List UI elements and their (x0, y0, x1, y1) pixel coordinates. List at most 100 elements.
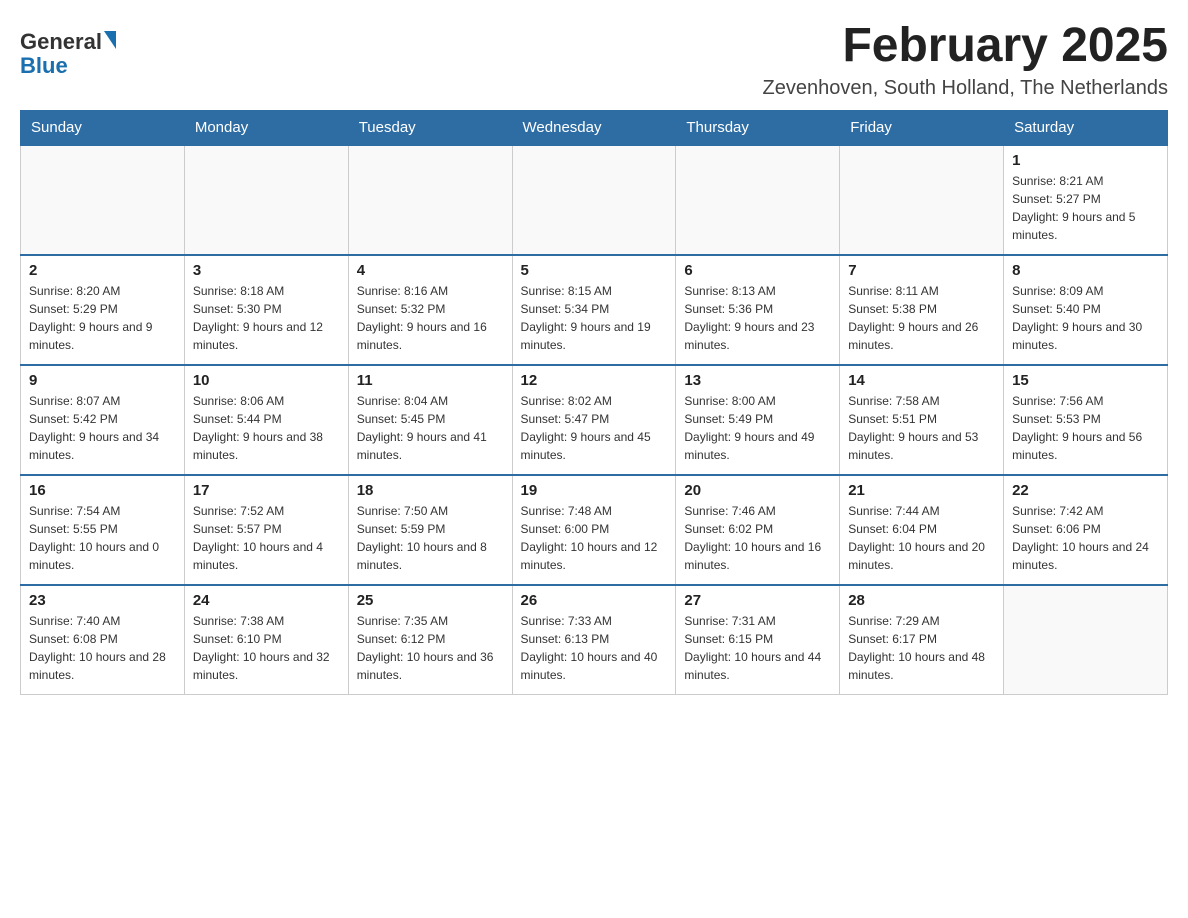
day-info: Sunrise: 7:31 AM Sunset: 6:15 PM Dayligh… (684, 612, 831, 684)
day-number: 21 (848, 482, 995, 499)
day-info: Sunrise: 8:11 AM Sunset: 5:38 PM Dayligh… (848, 282, 995, 354)
table-row: 20Sunrise: 7:46 AM Sunset: 6:02 PM Dayli… (676, 475, 840, 585)
day-info: Sunrise: 8:00 AM Sunset: 5:49 PM Dayligh… (684, 392, 831, 464)
col-header-sunday: Sunday (21, 110, 185, 145)
day-info: Sunrise: 7:52 AM Sunset: 5:57 PM Dayligh… (193, 502, 340, 574)
day-info: Sunrise: 7:54 AM Sunset: 5:55 PM Dayligh… (29, 502, 176, 574)
day-number: 27 (684, 592, 831, 609)
day-number: 10 (193, 372, 340, 389)
table-row: 2 Sunrise: 8:20 AM Sunset: 5:29 PM Daylig… (21, 255, 185, 365)
day-number: 19 (521, 482, 668, 499)
col-header-wednesday: Wednesday (512, 110, 676, 145)
table-row: 24Sunrise: 7:38 AM Sunset: 6:10 PM Dayli… (184, 585, 348, 695)
day-number: 18 (357, 482, 504, 499)
day-info: Sunrise: 7:44 AM Sunset: 6:04 PM Dayligh… (848, 502, 995, 574)
day-number: 13 (684, 372, 831, 389)
table-row: 8Sunrise: 8:09 AM Sunset: 5:40 PM Daylig… (1004, 255, 1168, 365)
calendar-table: Sunday Monday Tuesday Wednesday Thursday… (20, 110, 1168, 696)
col-header-monday: Monday (184, 110, 348, 145)
day-number: 17 (193, 482, 340, 499)
table-row: 13 Sunrise: 8:00 AM Sunset: 5:49 PM Dayli… (676, 365, 840, 475)
table-row: 10 Sunrise: 8:06 AM Sunset: 5:44 PM Dayli… (184, 365, 348, 475)
col-header-thursday: Thursday (676, 110, 840, 145)
table-row: 5 Sunrise: 8:15 AM Sunset: 5:34 PM Daylig… (512, 255, 676, 365)
day-info: Sunrise: 8:07 AM Sunset: 5:42 PM Dayligh… (29, 392, 176, 464)
table-row: 3Sunrise: 8:18 AM Sunset: 5:30 PM Daylig… (184, 255, 348, 365)
day-number: 2 (29, 262, 176, 279)
table-row (840, 145, 1004, 255)
day-info: Sunrise: 8:18 AM Sunset: 5:30 PM Dayligh… (193, 282, 340, 354)
table-row (1004, 585, 1168, 695)
day-number: 6 (684, 262, 831, 279)
table-row (512, 145, 676, 255)
day-info: Sunrise: 7:42 AM Sunset: 6:06 PM Dayligh… (1012, 502, 1159, 574)
calendar-week-row: 2 Sunrise: 8:20 AM Sunset: 5:29 PM Daylig… (21, 255, 1168, 365)
day-number: 9 (29, 372, 176, 389)
table-row: 6 Sunrise: 8:13 AM Sunset: 5:36 PM Daylig… (676, 255, 840, 365)
day-info: Sunrise: 8:20 AM Sunset: 5:29 PM Dayligh… (29, 282, 176, 354)
table-row: 7Sunrise: 8:11 AM Sunset: 5:38 PM Daylig… (840, 255, 1004, 365)
day-info: Sunrise: 8:04 AM Sunset: 5:45 PM Dayligh… (357, 392, 504, 464)
table-row: 1 Sunrise: 8:21 AM Sunset: 5:27 PM Daylig… (1004, 145, 1168, 255)
day-info: Sunrise: 8:15 AM Sunset: 5:34 PM Dayligh… (521, 282, 668, 354)
day-number: 1 (1012, 152, 1159, 169)
day-info: Sunrise: 8:13 AM Sunset: 5:36 PM Dayligh… (684, 282, 831, 354)
table-row: 4 Sunrise: 8:16 AM Sunset: 5:32 PM Daylig… (348, 255, 512, 365)
table-row: 19 Sunrise: 7:48 AM Sunset: 6:00 PM Dayli… (512, 475, 676, 585)
table-row: 14Sunrise: 7:58 AM Sunset: 5:51 PM Dayli… (840, 365, 1004, 475)
day-info: Sunrise: 7:29 AM Sunset: 6:17 PM Dayligh… (848, 612, 995, 684)
calendar-header-row: Sunday Monday Tuesday Wednesday Thursday… (21, 110, 1168, 145)
day-number: 12 (521, 372, 668, 389)
calendar-week-row: 1 Sunrise: 8:21 AM Sunset: 5:27 PM Daylig… (21, 145, 1168, 255)
day-info: Sunrise: 8:16 AM Sunset: 5:32 PM Dayligh… (357, 282, 504, 354)
day-info: Sunrise: 7:56 AM Sunset: 5:53 PM Dayligh… (1012, 392, 1159, 464)
day-info: Sunrise: 7:40 AM Sunset: 6:08 PM Dayligh… (29, 612, 176, 684)
day-info: Sunrise: 8:06 AM Sunset: 5:44 PM Dayligh… (193, 392, 340, 464)
day-number: 16 (29, 482, 176, 499)
day-number: 15 (1012, 372, 1159, 389)
table-row: 18 Sunrise: 7:50 AM Sunset: 5:59 PM Dayli… (348, 475, 512, 585)
title-area: February 2025 Zevenhoven, South Holland,… (763, 20, 1168, 100)
table-row: 27 Sunrise: 7:31 AM Sunset: 6:15 PM Dayli… (676, 585, 840, 695)
table-row: 17 Sunrise: 7:52 AM Sunset: 5:57 PM Dayli… (184, 475, 348, 585)
col-header-tuesday: Tuesday (348, 110, 512, 145)
table-row: 22Sunrise: 7:42 AM Sunset: 6:06 PM Dayli… (1004, 475, 1168, 585)
table-row: 15 Sunrise: 7:56 AM Sunset: 5:53 PM Dayli… (1004, 365, 1168, 475)
day-number: 20 (684, 482, 831, 499)
location-title: Zevenhoven, South Holland, The Netherlan… (763, 77, 1168, 100)
col-header-friday: Friday (840, 110, 1004, 145)
month-title: February 2025 (763, 20, 1168, 73)
table-row: 21 Sunrise: 7:44 AM Sunset: 6:04 PM Dayli… (840, 475, 1004, 585)
day-number: 28 (848, 592, 995, 609)
day-number: 25 (357, 592, 504, 609)
logo: General Blue (20, 30, 116, 78)
day-info: Sunrise: 8:21 AM Sunset: 5:27 PM Dayligh… (1012, 172, 1159, 244)
table-row (184, 145, 348, 255)
day-number: 4 (357, 262, 504, 279)
day-info: Sunrise: 7:48 AM Sunset: 6:00 PM Dayligh… (521, 502, 668, 574)
day-number: 5 (521, 262, 668, 279)
table-row: 11Sunrise: 8:04 AM Sunset: 5:45 PM Dayli… (348, 365, 512, 475)
table-row: 23 Sunrise: 7:40 AM Sunset: 6:08 PM Dayli… (21, 585, 185, 695)
table-row: 28 Sunrise: 7:29 AM Sunset: 6:17 PM Dayli… (840, 585, 1004, 695)
logo-triangle-icon (104, 31, 116, 49)
day-info: Sunrise: 7:35 AM Sunset: 6:12 PM Dayligh… (357, 612, 504, 684)
table-row (21, 145, 185, 255)
table-row: 12 Sunrise: 8:02 AM Sunset: 5:47 PM Dayli… (512, 365, 676, 475)
table-row: 16 Sunrise: 7:54 AM Sunset: 5:55 PM Dayli… (21, 475, 185, 585)
calendar-week-row: 9 Sunrise: 8:07 AM Sunset: 5:42 PM Daylig… (21, 365, 1168, 475)
logo-text-general: General (20, 30, 102, 54)
day-number: 26 (521, 592, 668, 609)
day-info: Sunrise: 8:02 AM Sunset: 5:47 PM Dayligh… (521, 392, 668, 464)
table-row: 26Sunrise: 7:33 AM Sunset: 6:13 PM Dayli… (512, 585, 676, 695)
day-number: 24 (193, 592, 340, 609)
table-row (676, 145, 840, 255)
logo-text-blue: Blue (20, 53, 68, 78)
day-info: Sunrise: 7:50 AM Sunset: 5:59 PM Dayligh… (357, 502, 504, 574)
page-header: General Blue February 2025 Zevenhoven, S… (20, 20, 1168, 100)
day-number: 14 (848, 372, 995, 389)
col-header-saturday: Saturday (1004, 110, 1168, 145)
table-row (348, 145, 512, 255)
day-number: 23 (29, 592, 176, 609)
table-row: 25 Sunrise: 7:35 AM Sunset: 6:12 PM Dayli… (348, 585, 512, 695)
